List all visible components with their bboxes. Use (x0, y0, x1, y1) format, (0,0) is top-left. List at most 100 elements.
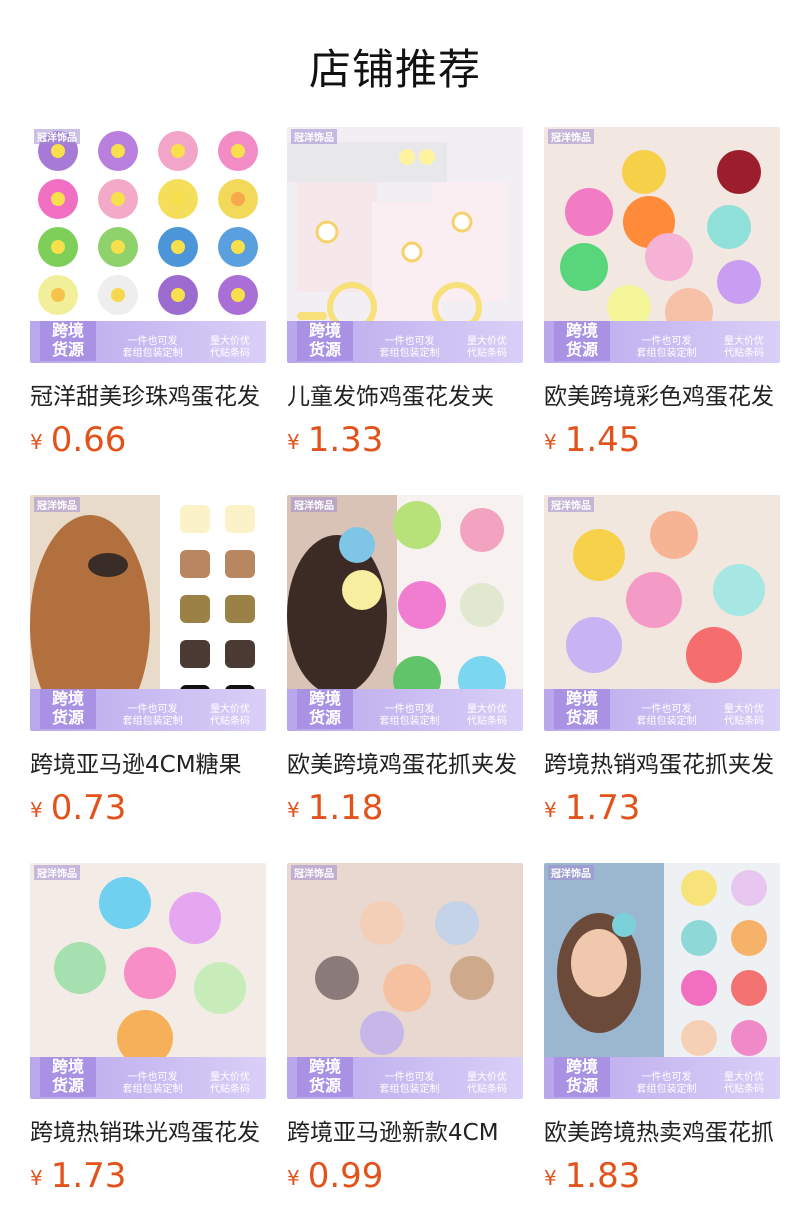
badge-middle-text: 一件也可发 套组包装定制 (367, 1072, 452, 1096)
badge-mid-line2: 套组包装定制 (636, 716, 697, 727)
promo-badge: 跨境 货源 一件也可发 套组包装定制 量大价优 代贴条码 (287, 321, 523, 363)
cross-border-line1: 跨境 (308, 1057, 341, 1076)
badge-mid-line1: 一件也可发 (127, 1072, 178, 1083)
product-card[interactable]: 冠洋饰品 跨境 货源 一件也可发 套组包装定制 量大价优 代贴条码 冠洋甜美珍珠鸡蛋花发 ¥… (30, 127, 266, 459)
product-image[interactable]: 冠洋饰品 跨境 货源 一件也可发 套组包装定制 量大价优 代贴条码 (287, 127, 523, 363)
product-card[interactable]: 冠洋饰品 跨境 货源 一件也可发 套组包装定制 量大价优 代贴条码 儿童发饰鸡蛋花发夹 ¥1… (287, 127, 523, 459)
product-price: ¥1.45 (544, 423, 780, 459)
badge-mid-line1: 一件也可发 (127, 336, 178, 347)
product-image[interactable]: 冠洋饰品 跨境 货源 一件也可发 套组包装定制 量大价优 代贴条码 (287, 863, 523, 1099)
price-value: 1.45 (564, 420, 641, 460)
price-value: 1.83 (564, 1156, 641, 1196)
product-image[interactable]: 冠洋饰品 跨境 货源 一件也可发 套组包装定制 量大价优 代贴条码 (544, 863, 780, 1099)
product-card[interactable]: 冠洋饰品 跨境 货源 一件也可发 套组包装定制 量大价优 代贴条码 跨境热销鸡蛋花抓夹发 ¥… (544, 495, 780, 827)
badge-right-text: 量大价优 代贴条码 (714, 1072, 774, 1096)
cross-border-label: 跨境 货源 (297, 689, 353, 729)
currency-symbol: ¥ (544, 798, 557, 822)
price-value: 1.73 (564, 788, 641, 828)
product-name[interactable]: 欧美跨境热卖鸡蛋花抓 (544, 1113, 780, 1147)
cross-border-line1: 跨境 (308, 321, 341, 340)
product-name[interactable]: 儿童发饰鸡蛋花发夹 (287, 377, 523, 411)
badge-right-line2: 代贴条码 (210, 348, 250, 359)
cross-border-line1: 跨境 (51, 689, 84, 708)
product-card[interactable]: 冠洋饰品 跨境 货源 一件也可发 套组包装定制 量大价优 代贴条码 欧美跨境热卖鸡蛋花抓 ¥… (544, 863, 780, 1195)
badge-middle-text: 一件也可发 套组包装定制 (624, 1072, 709, 1096)
badge-mid-line1: 一件也可发 (641, 336, 692, 347)
product-price: ¥1.73 (30, 1159, 266, 1195)
promo-badge: 跨境 货源 一件也可发 套组包装定制 量大价优 代贴条码 (287, 689, 523, 731)
product-image[interactable]: 冠洋饰品 跨境 货源 一件也可发 套组包装定制 量大价优 代贴条码 (30, 495, 266, 731)
shop-tag: 冠洋饰品 (291, 497, 337, 512)
product-card[interactable]: 冠洋饰品 跨境 货源 一件也可发 套组包装定制 量大价优 代贴条码 跨境亚马逊新款4CM ¥… (287, 863, 523, 1195)
cross-border-label: 跨境 货源 (554, 1057, 610, 1097)
badge-right-line2: 代贴条码 (724, 716, 764, 727)
badge-mid-line2: 套组包装定制 (122, 1084, 183, 1095)
currency-symbol: ¥ (287, 430, 300, 454)
shop-tag: 冠洋饰品 (34, 497, 80, 512)
cross-border-line2: 货源 (51, 340, 84, 359)
badge-mid-line2: 套组包装定制 (122, 348, 183, 359)
product-name[interactable]: 跨境热销鸡蛋花抓夹发 (544, 745, 780, 779)
product-card[interactable]: 冠洋饰品 跨境 货源 一件也可发 套组包装定制 量大价优 代贴条码 跨境热销珠光鸡蛋花发 ¥… (30, 863, 266, 1195)
cross-border-line1: 跨境 (51, 1057, 84, 1076)
badge-middle-text: 一件也可发 套组包装定制 (624, 704, 709, 728)
cross-border-label: 跨境 货源 (554, 689, 610, 729)
price-value: 0.99 (307, 1156, 384, 1196)
product-name[interactable]: 欧美跨境彩色鸡蛋花发 (544, 377, 780, 411)
badge-middle-text: 一件也可发 套组包装定制 (367, 704, 452, 728)
cross-border-label: 跨境 货源 (297, 321, 353, 361)
badge-middle-text: 一件也可发 套组包装定制 (110, 336, 195, 360)
product-price: ¥0.73 (30, 791, 266, 827)
badge-mid-line1: 一件也可发 (384, 1072, 435, 1083)
product-image[interactable]: 冠洋饰品 跨境 货源 一件也可发 套组包装定制 量大价优 代贴条码 (30, 127, 266, 363)
badge-right-text: 量大价优 代贴条码 (457, 1072, 517, 1096)
product-name[interactable]: 欧美跨境鸡蛋花抓夹发 (287, 745, 523, 779)
currency-symbol: ¥ (30, 798, 43, 822)
badge-right-line1: 量大价优 (724, 1072, 764, 1083)
currency-symbol: ¥ (287, 1166, 300, 1190)
badge-middle-text: 一件也可发 套组包装定制 (110, 704, 195, 728)
badge-mid-line1: 一件也可发 (384, 704, 435, 715)
currency-symbol: ¥ (30, 1166, 43, 1190)
shop-tag: 冠洋饰品 (548, 497, 594, 512)
cross-border-label: 跨境 货源 (554, 321, 610, 361)
shop-tag: 冠洋饰品 (34, 865, 80, 880)
badge-right-line1: 量大价优 (210, 704, 250, 715)
cross-border-line2: 货源 (565, 708, 598, 727)
product-name[interactable]: 冠洋甜美珍珠鸡蛋花发 (30, 377, 266, 411)
badge-mid-line2: 套组包装定制 (379, 1084, 440, 1095)
product-name[interactable]: 跨境亚马逊4CM糖果 (30, 745, 266, 779)
price-value: 1.73 (50, 1156, 127, 1196)
product-image[interactable]: 冠洋饰品 跨境 货源 一件也可发 套组包装定制 量大价优 代贴条码 (544, 495, 780, 731)
product-image[interactable]: 冠洋饰品 跨境 货源 一件也可发 套组包装定制 量大价优 代贴条码 (544, 127, 780, 363)
badge-mid-line2: 套组包装定制 (636, 348, 697, 359)
cross-border-line2: 货源 (565, 1076, 598, 1095)
badge-right-text: 量大价优 代贴条码 (714, 336, 774, 360)
badge-right-line2: 代贴条码 (210, 1084, 250, 1095)
badge-right-line1: 量大价优 (467, 1072, 507, 1083)
product-card[interactable]: 冠洋饰品 跨境 货源 一件也可发 套组包装定制 量大价优 代贴条码 欧美跨境鸡蛋花抓夹发 ¥… (287, 495, 523, 827)
promo-badge: 跨境 货源 一件也可发 套组包装定制 量大价优 代贴条码 (287, 1057, 523, 1099)
cross-border-line1: 跨境 (51, 321, 84, 340)
product-price: ¥1.73 (544, 791, 780, 827)
product-card[interactable]: 冠洋饰品 跨境 货源 一件也可发 套组包装定制 量大价优 代贴条码 跨境亚马逊4CM糖果 ¥… (30, 495, 266, 827)
badge-middle-text: 一件也可发 套组包装定制 (367, 336, 452, 360)
badge-right-line2: 代贴条码 (467, 1084, 507, 1095)
badge-mid-line1: 一件也可发 (384, 336, 435, 347)
cross-border-label: 跨境 货源 (40, 321, 96, 361)
product-image[interactable]: 冠洋饰品跨境 货源 一件也可发 套组包装定制 量大价优 代贴条码 (287, 495, 523, 731)
product-price: ¥1.83 (544, 1159, 780, 1195)
product-card[interactable]: 冠洋饰品 跨境 货源 一件也可发 套组包装定制 量大价优 代贴条码 欧美跨境彩色鸡蛋花发 ¥… (544, 127, 780, 459)
product-name[interactable]: 跨境热销珠光鸡蛋花发 (30, 1113, 266, 1147)
cross-border-line2: 货源 (51, 1076, 84, 1095)
promo-badge: 跨境 货源 一件也可发 套组包装定制 量大价优 代贴条码 (544, 321, 780, 363)
cross-border-line1: 跨境 (565, 1057, 598, 1076)
cross-border-line1: 跨境 (565, 689, 598, 708)
badge-mid-line1: 一件也可发 (127, 704, 178, 715)
page-title: 店铺推荐 (308, 45, 481, 94)
badge-right-line1: 量大价优 (724, 336, 764, 347)
badge-right-text: 量大价优 代贴条码 (457, 704, 517, 728)
product-image[interactable]: 冠洋饰品 跨境 货源 一件也可发 套组包装定制 量大价优 代贴条码 (30, 863, 266, 1099)
product-name[interactable]: 跨境亚马逊新款4CM (287, 1113, 523, 1147)
badge-right-line1: 量大价优 (210, 336, 250, 347)
